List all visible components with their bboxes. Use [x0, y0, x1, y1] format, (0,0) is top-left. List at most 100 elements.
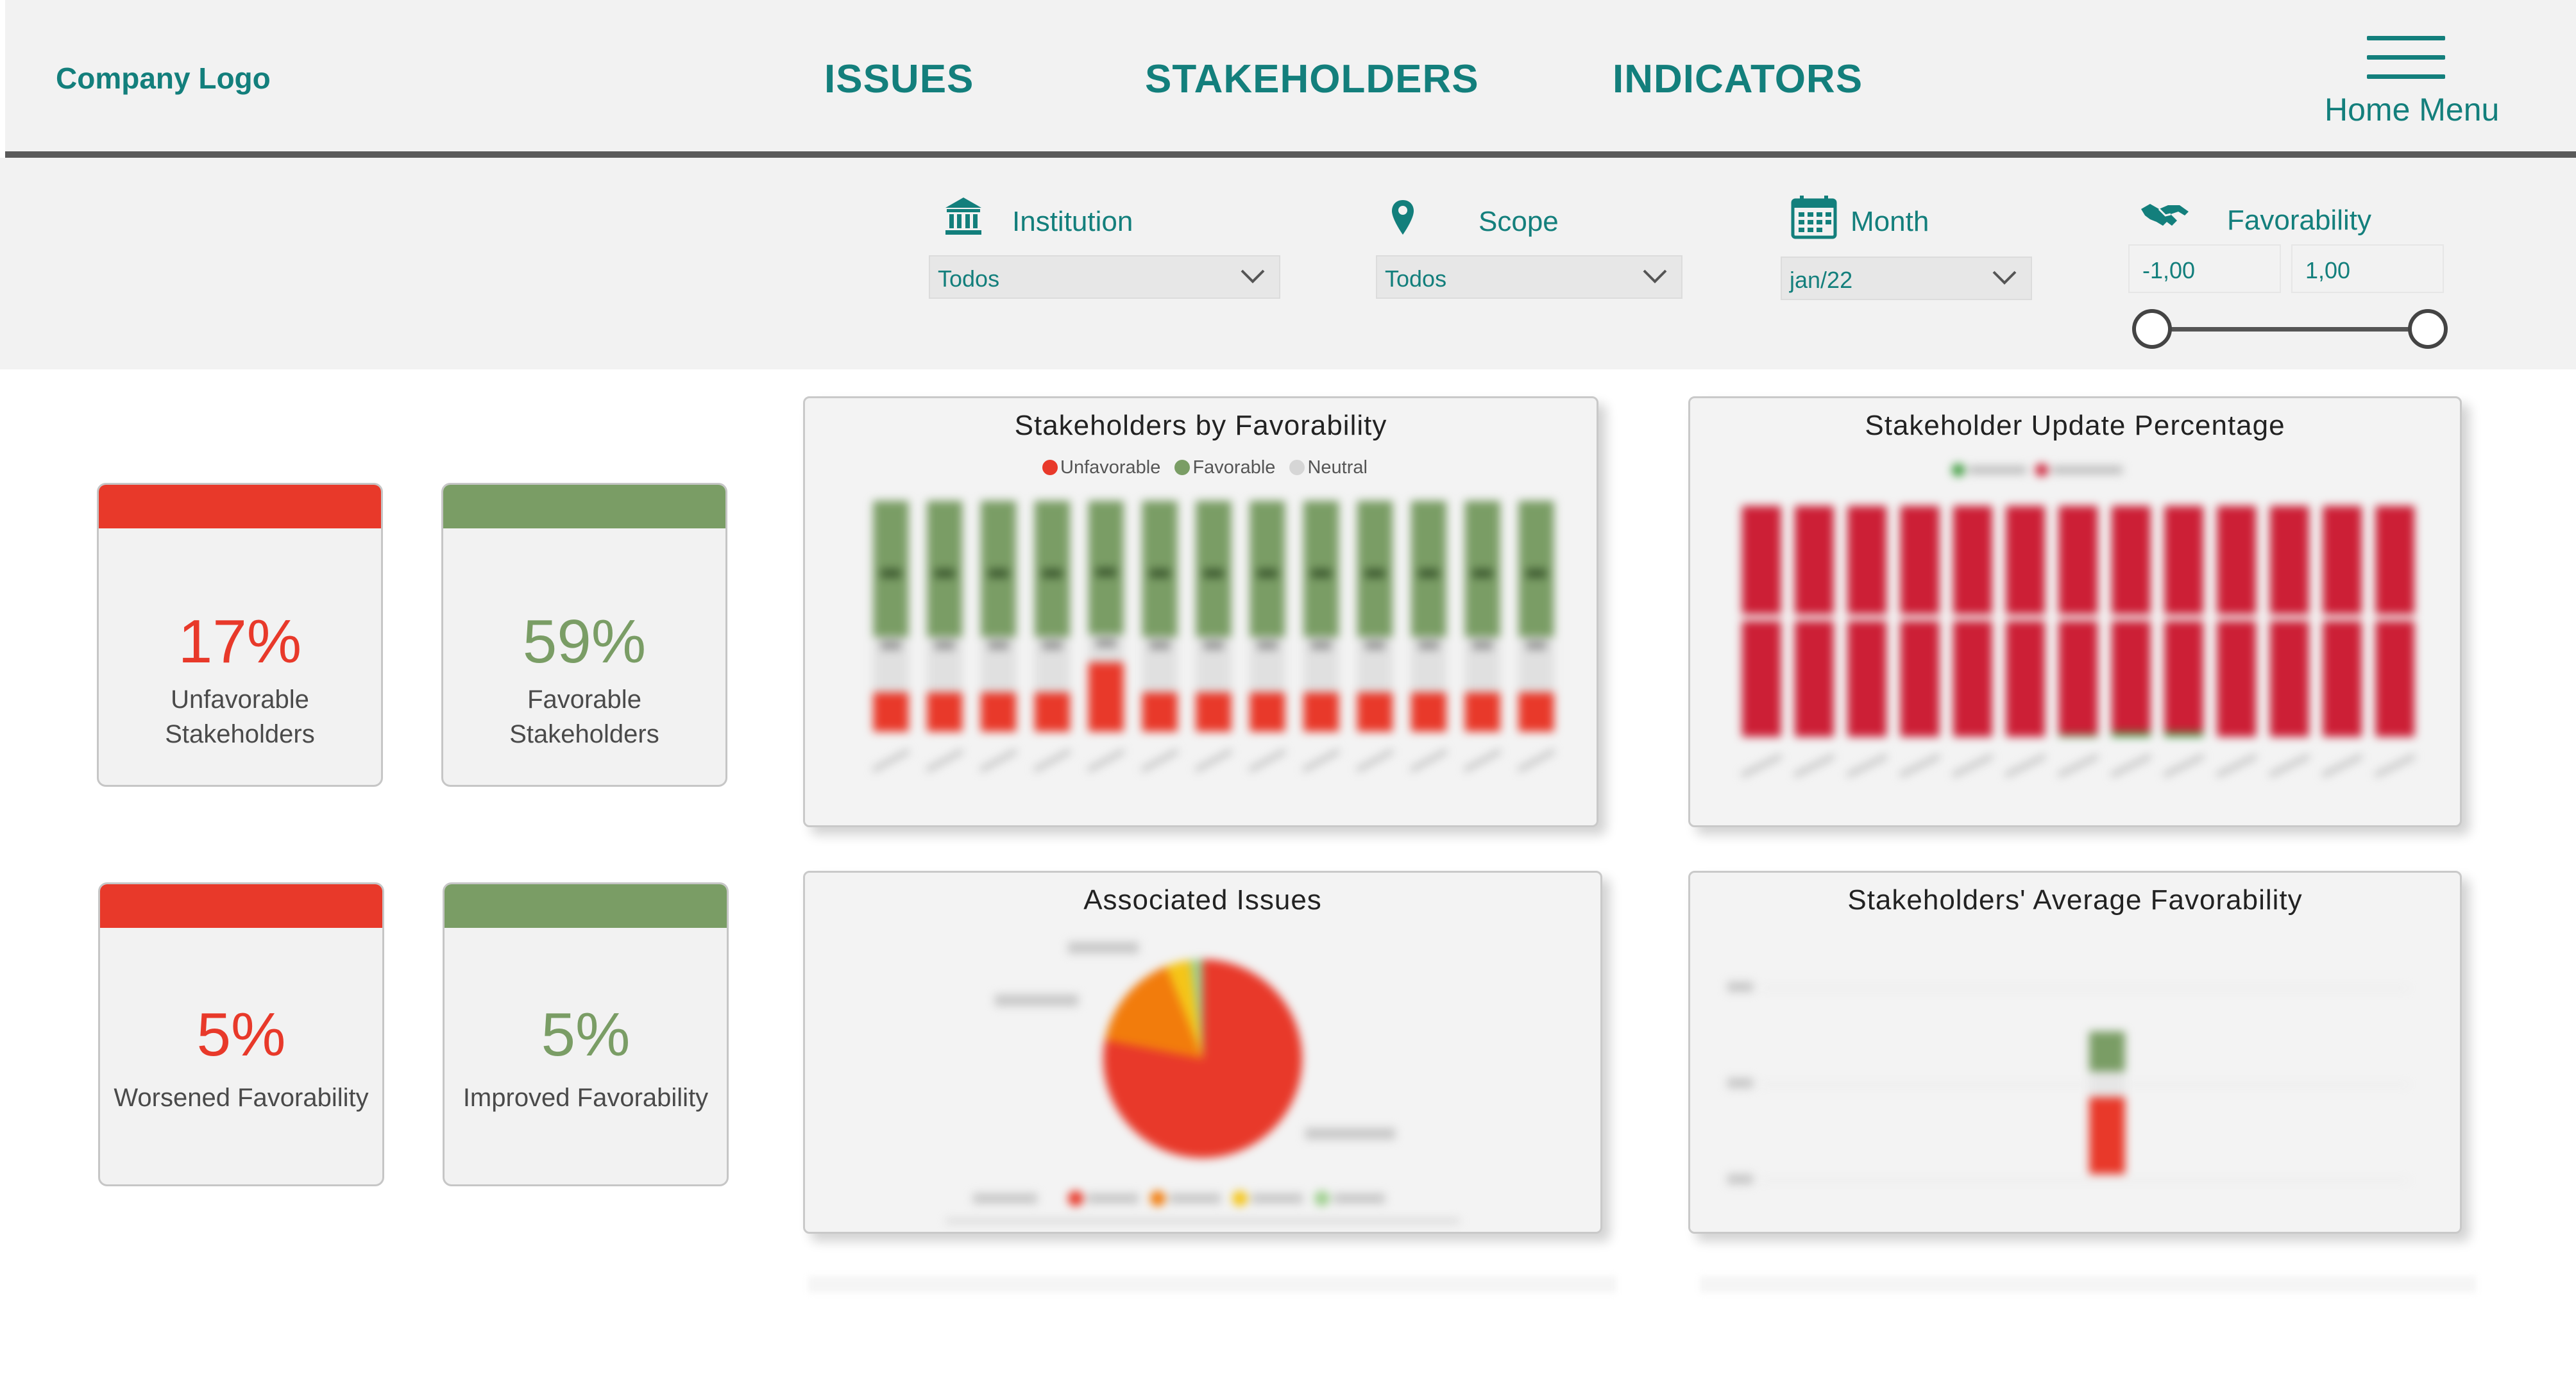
x-tick-label — [1302, 749, 1340, 772]
map-pin-icon — [1392, 200, 1414, 235]
kpi-improved-card: 5% Improved Favorability — [443, 882, 729, 1186]
bar-separator — [1953, 614, 1992, 621]
bar-update — [2323, 506, 2362, 737]
bar-data-label — [1203, 569, 1224, 578]
pie-legend-dot — [1150, 1191, 1165, 1206]
bar-data-label — [988, 569, 1009, 578]
bar-separator — [1741, 614, 1781, 621]
update-stacked-bars[interactable] — [1690, 398, 2462, 827]
bar-data-label — [935, 569, 955, 578]
kpi-label-line1: Favorable — [527, 685, 641, 714]
kpi-value: 5% — [196, 1000, 286, 1069]
bar-data-label — [1096, 638, 1116, 648]
x-tick-label — [2058, 754, 2099, 777]
legend-dot — [1952, 464, 1965, 476]
ghost-divider — [1700, 1276, 2476, 1293]
pie-legend-dot — [1068, 1191, 1083, 1206]
kpi-accent-bar — [99, 485, 381, 528]
bar-separator — [2111, 614, 2151, 621]
x-tick-label — [1846, 754, 1888, 777]
pie-scrollbar — [946, 1219, 1459, 1223]
scope-label: Scope — [1479, 206, 1559, 237]
average-favorability-chart[interactable] — [1690, 873, 2462, 1234]
bar-separator — [2217, 614, 2257, 621]
x-tick-label — [1793, 754, 1835, 777]
favorability-slider-track[interactable] — [2153, 327, 2425, 332]
institution-value: Todos — [938, 265, 1000, 292]
bar-separator — [2006, 614, 2046, 621]
nav-stakeholders[interactable]: STAKEHOLDERS — [1145, 56, 1479, 102]
x-tick-label — [1356, 749, 1394, 772]
bar-update — [2217, 506, 2257, 737]
bar-data-label — [1364, 569, 1385, 578]
bar-unfavorable — [873, 692, 909, 732]
bar-unfavorable — [1303, 692, 1339, 732]
bar-separator — [1900, 614, 1940, 621]
bar-data-label — [1149, 569, 1170, 578]
x-tick-label — [1899, 754, 1940, 777]
kpi-value: 17% — [178, 607, 302, 676]
kpi-label-line1: Improved Favorability — [462, 1084, 709, 1112]
bar-unfavorable — [927, 692, 963, 732]
bar-unfavorable — [1142, 692, 1178, 732]
bar-data-label — [1472, 569, 1493, 578]
y-tick-label — [1727, 1174, 1753, 1184]
scope-dropdown[interactable]: Todos — [1376, 255, 1682, 299]
pie-legend-label — [973, 1193, 1037, 1204]
kpi-label-line1: Worsened Favorability — [114, 1084, 369, 1112]
pie-legend-dot — [1232, 1191, 1248, 1206]
bar-data-label — [1526, 641, 1546, 650]
kpi-accent-bar — [100, 884, 382, 928]
bar-data-label — [881, 641, 901, 650]
institution-dropdown[interactable]: Todos — [929, 255, 1280, 299]
bar-data-label — [1257, 641, 1278, 650]
kpi-label-line1: Unfavorable — [171, 685, 309, 714]
bar-separator — [2375, 614, 2415, 621]
bar-unfavorable — [1357, 692, 1393, 732]
bar-update — [1953, 506, 1992, 737]
kpi-value: 5% — [541, 1000, 631, 1069]
favorability-slider-min-handle[interactable] — [2132, 309, 2172, 349]
month-label: Month — [1851, 206, 1929, 237]
pie-legend-dot — [1314, 1191, 1330, 1206]
institution-building-icon — [945, 198, 981, 235]
kpi-value: 59% — [522, 607, 647, 676]
x-tick-label — [2110, 754, 2152, 777]
bar-unfavorable — [1464, 692, 1500, 732]
bar-data-label — [988, 641, 1009, 650]
x-tick-label — [1410, 749, 1448, 772]
bar-unfavorable — [1411, 692, 1447, 732]
x-tick-label — [926, 749, 963, 772]
nav-issues[interactable]: ISSUES — [824, 56, 974, 102]
nav-indicators[interactable]: INDICATORS — [1613, 56, 1863, 102]
favorability-max-input[interactable]: 1,00 — [2291, 244, 2444, 293]
bar-update — [1795, 506, 1834, 737]
bar-separator — [2269, 614, 2309, 621]
issues-pie-chart[interactable] — [805, 873, 1602, 1234]
calendar-icon — [1791, 196, 1837, 239]
favorability-slider-max-handle[interactable] — [2408, 309, 2448, 349]
kpi-accent-bar — [445, 884, 727, 928]
bar-update — [1847, 506, 1887, 737]
bar-unfavorable — [1034, 692, 1071, 732]
favorability-min-input[interactable]: -1,00 — [2128, 244, 2281, 293]
home-menu-button[interactable]: Home Menu — [2314, 32, 2520, 135]
bar-data-label — [1096, 567, 1116, 577]
home-menu-label: Home Menu — [2325, 92, 2500, 128]
x-tick-label — [2321, 754, 2363, 777]
pie-data-label — [1305, 1128, 1395, 1139]
x-tick-label — [2004, 754, 2046, 777]
kpi-accent-bar — [443, 485, 725, 528]
bar-unfavorable — [1196, 692, 1232, 732]
bar-separator — [1847, 614, 1887, 621]
x-tick-label — [872, 749, 910, 772]
kpi-label-line2: Stakeholders — [165, 720, 315, 748]
x-tick-label — [1033, 749, 1071, 772]
month-dropdown[interactable]: jan/22 — [1781, 256, 2032, 300]
favorability-stacked-bars[interactable] — [805, 398, 1598, 827]
x-tick-label — [1141, 749, 1179, 772]
bar-data-label — [1311, 569, 1332, 578]
bar-separator — [2323, 614, 2362, 621]
bar-unfavorable — [1250, 692, 1285, 732]
bar-unfavorable — [1088, 662, 1124, 732]
